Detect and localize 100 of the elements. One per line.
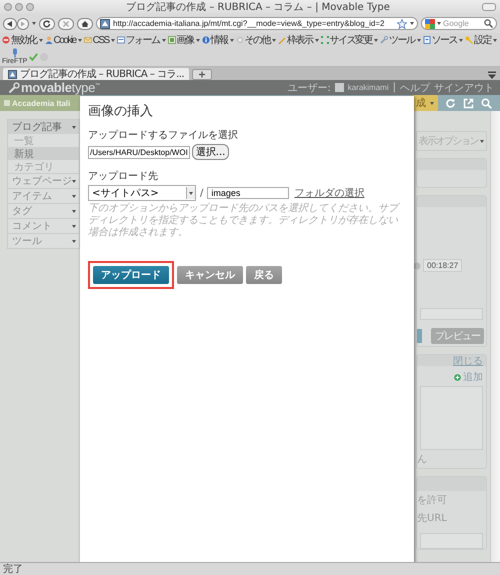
search-field[interactable]: Google <box>421 17 497 30</box>
page-icon <box>8 70 17 78</box>
toolbar-button[interactable]: 画像 <box>168 33 200 47</box>
toolbar-button[interactable]: ツール <box>380 33 421 47</box>
info-icon <box>202 36 210 44</box>
header-link[interactable]: ヘルプ <box>400 80 430 94</box>
caret-icon <box>196 38 200 42</box>
dialog-button[interactable]: 戻る <box>246 266 282 284</box>
star-icon <box>397 18 407 28</box>
caret-icon <box>72 194 76 198</box>
caret-icon <box>437 22 441 25</box>
caret-icon <box>72 210 76 212</box>
caret-icon <box>430 102 434 104</box>
toolbar-button[interactable]: サイズ変更 <box>320 33 378 47</box>
time-field[interactable]: 00:18:27 <box>423 259 462 272</box>
browse-button[interactable]: 選択... <box>192 144 230 160</box>
search-icon[interactable] <box>481 98 492 108</box>
form-icon <box>116 36 125 44</box>
blog-menu-button[interactable] <box>4 100 10 106</box>
resize-icon <box>320 36 329 44</box>
sidebar-menu[interactable]: タグ <box>8 203 79 218</box>
person-icon <box>44 36 52 44</box>
dialog-title: 画像の挿入 <box>88 103 154 120</box>
tab-list-button[interactable] <box>487 71 497 80</box>
caret-icon <box>72 224 76 228</box>
status-text: 完了 <box>3 562 23 575</box>
caret-icon <box>38 38 42 42</box>
text-field[interactable] <box>420 533 483 549</box>
sidebar-item[interactable]: 新規 <box>8 147 79 160</box>
page-icon <box>100 18 110 28</box>
key-icon <box>465 36 474 44</box>
dialog-button[interactable]: キャンセル <box>177 266 243 284</box>
caret-icon <box>72 180 76 182</box>
logo: movabletype$^{™}$ <box>21 80 100 95</box>
no-entry-icon <box>2 36 10 44</box>
caret-icon <box>72 126 76 128</box>
check-icon <box>29 53 38 61</box>
separator-text: / <box>199 188 204 198</box>
sidebar-menu[interactable]: ブログ記事 <box>8 120 79 134</box>
url-field[interactable]: http://accademia-italiana.jp/mt/mt.cgi?__mode=view&_type=entry&blog_id=2 <box>96 17 418 30</box>
caret-icon <box>493 38 498 42</box>
caret-icon <box>72 240 76 242</box>
reload-button[interactable] <box>39 18 55 30</box>
plug-icon <box>10 48 19 58</box>
create-menu-button[interactable]: 成 <box>412 95 438 111</box>
scrollbar[interactable] <box>490 111 500 562</box>
caret-icon <box>480 140 484 142</box>
toolbar-button[interactable]: 情報 <box>202 33 234 47</box>
sidebar-menu[interactable]: ツール <box>8 233 79 248</box>
gear-icon <box>236 36 244 44</box>
browser-tab[interactable]: ブログ記事の作成 – RUBRICA – コラ... <box>3 68 190 80</box>
field-label: アップロードするファイルを選択 <box>88 128 239 142</box>
folder-link[interactable]: フォルダの選択 <box>294 186 364 200</box>
close-button[interactable] <box>4 3 12 11</box>
sidebar-menu[interactable]: ウェブページ <box>8 173 79 188</box>
caret-icon <box>32 22 36 25</box>
window-title: ブログ記事の作成 – RUBRICA – コラム – | Movable Type <box>125 0 391 14</box>
wrench-icon <box>380 36 388 44</box>
username-link[interactable]: karakimami <box>348 83 389 92</box>
external-link-icon[interactable] <box>463 98 474 108</box>
refresh-icon[interactable] <box>445 98 456 108</box>
header-link[interactable]: サインアウト <box>434 80 494 94</box>
image-icon <box>168 36 176 44</box>
path-select[interactable]: <サイトパス> <box>88 185 196 201</box>
toolbar-toggle-button[interactable] <box>482 3 496 11</box>
toolbar-button[interactable]: CSS <box>84 34 115 46</box>
divider-text: | <box>392 82 396 93</box>
caret-icon <box>230 38 234 42</box>
envelope-icon <box>84 36 92 44</box>
folder-field[interactable]: images <box>207 187 290 199</box>
text-fragment: 先URL <box>417 512 448 526</box>
new-tab-button[interactable] <box>192 69 212 80</box>
help-text: 下のオプションからアップロード先のパスを選択してください。サブディレクトリを指定することもできます。ディレクトリが存在しない場合は作成されます。 <box>88 203 401 239</box>
caret-icon <box>416 38 421 42</box>
file-path-field[interactable]: /Users/HARU/Desktop/WOI <box>88 146 190 158</box>
google-icon <box>425 18 435 28</box>
toolbar-button[interactable]: フォーム <box>116 33 166 47</box>
toolbar-button[interactable]: 設定 <box>465 33 498 47</box>
plus-icon <box>454 374 461 380</box>
caret-icon <box>189 192 193 194</box>
caret-icon <box>410 22 414 25</box>
caret-icon <box>374 38 378 42</box>
caret-icon <box>272 38 276 42</box>
upload-button[interactable]: アップロード <box>93 266 169 284</box>
home-button[interactable] <box>77 18 93 30</box>
avatar <box>334 83 344 92</box>
minimize-button[interactable] <box>15 3 23 11</box>
text-field[interactable] <box>420 308 483 320</box>
zoom-button[interactable] <box>26 3 34 11</box>
toolbar-button[interactable]: Cookie <box>44 34 82 46</box>
toolbar-button[interactable]: その他 <box>236 33 276 47</box>
search-icon <box>484 19 493 28</box>
sidebar-menu[interactable]: コメント <box>8 218 79 233</box>
toolbar-button[interactable]: 無効化 <box>2 33 42 47</box>
user-label: ユーザー: <box>287 82 331 94</box>
toolbar-button[interactable]: ソース <box>422 33 464 47</box>
back-button[interactable] <box>3 18 17 30</box>
sidebar-menu[interactable]: アイテム <box>8 188 79 203</box>
wrench-logo-icon <box>8 82 20 94</box>
pencil-icon <box>278 36 286 44</box>
